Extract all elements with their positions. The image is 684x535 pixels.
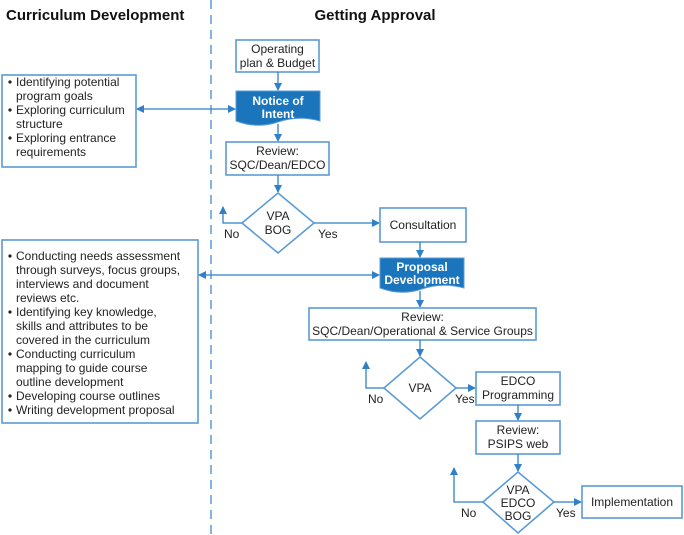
bullet-icon xyxy=(8,352,12,356)
left-box-line: reviews etc. xyxy=(16,291,79,305)
node-review-operational: Review: SQC/Dean/Operational & Service G… xyxy=(308,307,537,341)
node-consultation: Consultation xyxy=(379,207,467,243)
bullet-icon xyxy=(8,108,12,112)
node-notice-of-intent: Notice of Intent xyxy=(235,90,321,126)
left-box-line: outline development xyxy=(16,375,124,389)
svg-text:Review:: Review: xyxy=(256,144,299,158)
left-box-line: Developing course outlines xyxy=(16,389,160,403)
header-getting-approval: Getting Approval xyxy=(314,7,435,24)
svg-text:EDCO: EDCO xyxy=(501,374,536,388)
left-box-line: Conducting curriculum xyxy=(16,347,135,361)
svg-text:plan & Budget: plan & Budget xyxy=(240,56,316,70)
decision-vpa-edco-bog: VPA EDCO BOG xyxy=(481,470,556,535)
svg-text:Consultation: Consultation xyxy=(390,218,457,232)
left-box-goals: Identifying potentialprogram goalsExplor… xyxy=(1,74,137,168)
svg-text:Programming: Programming xyxy=(482,388,554,402)
svg-text:VPA: VPA xyxy=(408,381,431,395)
left-box-line: through surveys, focus groups, xyxy=(16,263,180,277)
svg-text:BOG: BOG xyxy=(505,509,532,523)
left-box-line: Writing development proposal xyxy=(16,403,175,417)
label-yes-2: Yes xyxy=(455,392,475,406)
bullet-icon xyxy=(8,136,12,140)
left-box-line: Identifying key knowledge, xyxy=(16,305,157,319)
svg-text:Review:: Review: xyxy=(401,310,444,324)
node-proposal-development: Proposal Development xyxy=(379,257,465,293)
approval-flowchart: Curriculum Development Getting Approval … xyxy=(1,0,683,535)
left-box-line: program goals xyxy=(16,89,93,103)
left-box-line: structure xyxy=(16,117,63,131)
bullet-icon xyxy=(8,394,12,398)
node-operating-plan: Operating plan & Budget xyxy=(235,39,320,73)
left-box-line: Exploring curriculum xyxy=(16,103,125,117)
left-box-line: Conducting needs assessment xyxy=(16,249,181,263)
bullet-icon xyxy=(8,254,12,258)
svg-text:EDCO: EDCO xyxy=(501,496,536,510)
svg-text:PSIPS web: PSIPS web xyxy=(488,437,549,451)
left-box-line: requirements xyxy=(16,145,86,159)
node-review-psips: Review: PSIPS web xyxy=(475,420,561,455)
svg-text:VPA: VPA xyxy=(266,209,289,223)
svg-text:BOG: BOG xyxy=(265,223,292,237)
left-box-line: Exploring entrance xyxy=(16,131,116,145)
label-yes-3: Yes xyxy=(556,506,576,520)
left-box-line: mapping to guide course xyxy=(16,361,148,375)
svg-text:Implementation: Implementation xyxy=(591,495,673,509)
bullet-icon xyxy=(8,310,12,314)
left-box-line: Identifying potential xyxy=(16,75,119,89)
svg-text:SQC/Dean/EDCO: SQC/Dean/EDCO xyxy=(229,158,325,172)
label-no-2: No xyxy=(368,392,384,406)
left-box-line: skills and attributes to be xyxy=(16,319,148,333)
svg-text:Notice of: Notice of xyxy=(252,94,304,108)
left-box-line: covered in the curriculum xyxy=(16,333,150,347)
header-curriculum-development: Curriculum Development xyxy=(6,7,184,24)
bullet-icon xyxy=(8,408,12,412)
svg-text:Review:: Review: xyxy=(497,423,540,437)
left-box-development: Conducting needs assessmentthrough surve… xyxy=(1,239,199,424)
svg-text:Development: Development xyxy=(384,273,459,287)
decision-vpa: VPA xyxy=(382,355,458,421)
svg-text:Operating: Operating xyxy=(251,42,304,56)
decision-vpa-bog: VPA BOG xyxy=(240,191,316,255)
svg-text:SQC/Dean/Operational & Service: SQC/Dean/Operational & Service Groups xyxy=(312,324,533,338)
node-edco-programming: EDCO Programming xyxy=(475,371,561,406)
label-yes-1: Yes xyxy=(318,227,338,241)
label-no-1: No xyxy=(224,227,240,241)
bullet-icon xyxy=(8,80,12,84)
label-no-3: No xyxy=(461,506,477,520)
node-implementation: Implementation xyxy=(581,485,683,519)
node-review-sqc-dean-edco: Review: SQC/Dean/EDCO xyxy=(225,141,330,176)
svg-text:VPA: VPA xyxy=(506,483,529,497)
svg-text:Intent: Intent xyxy=(262,107,295,121)
left-box-line: interviews and document xyxy=(16,277,149,291)
svg-text:Proposal: Proposal xyxy=(396,260,447,274)
